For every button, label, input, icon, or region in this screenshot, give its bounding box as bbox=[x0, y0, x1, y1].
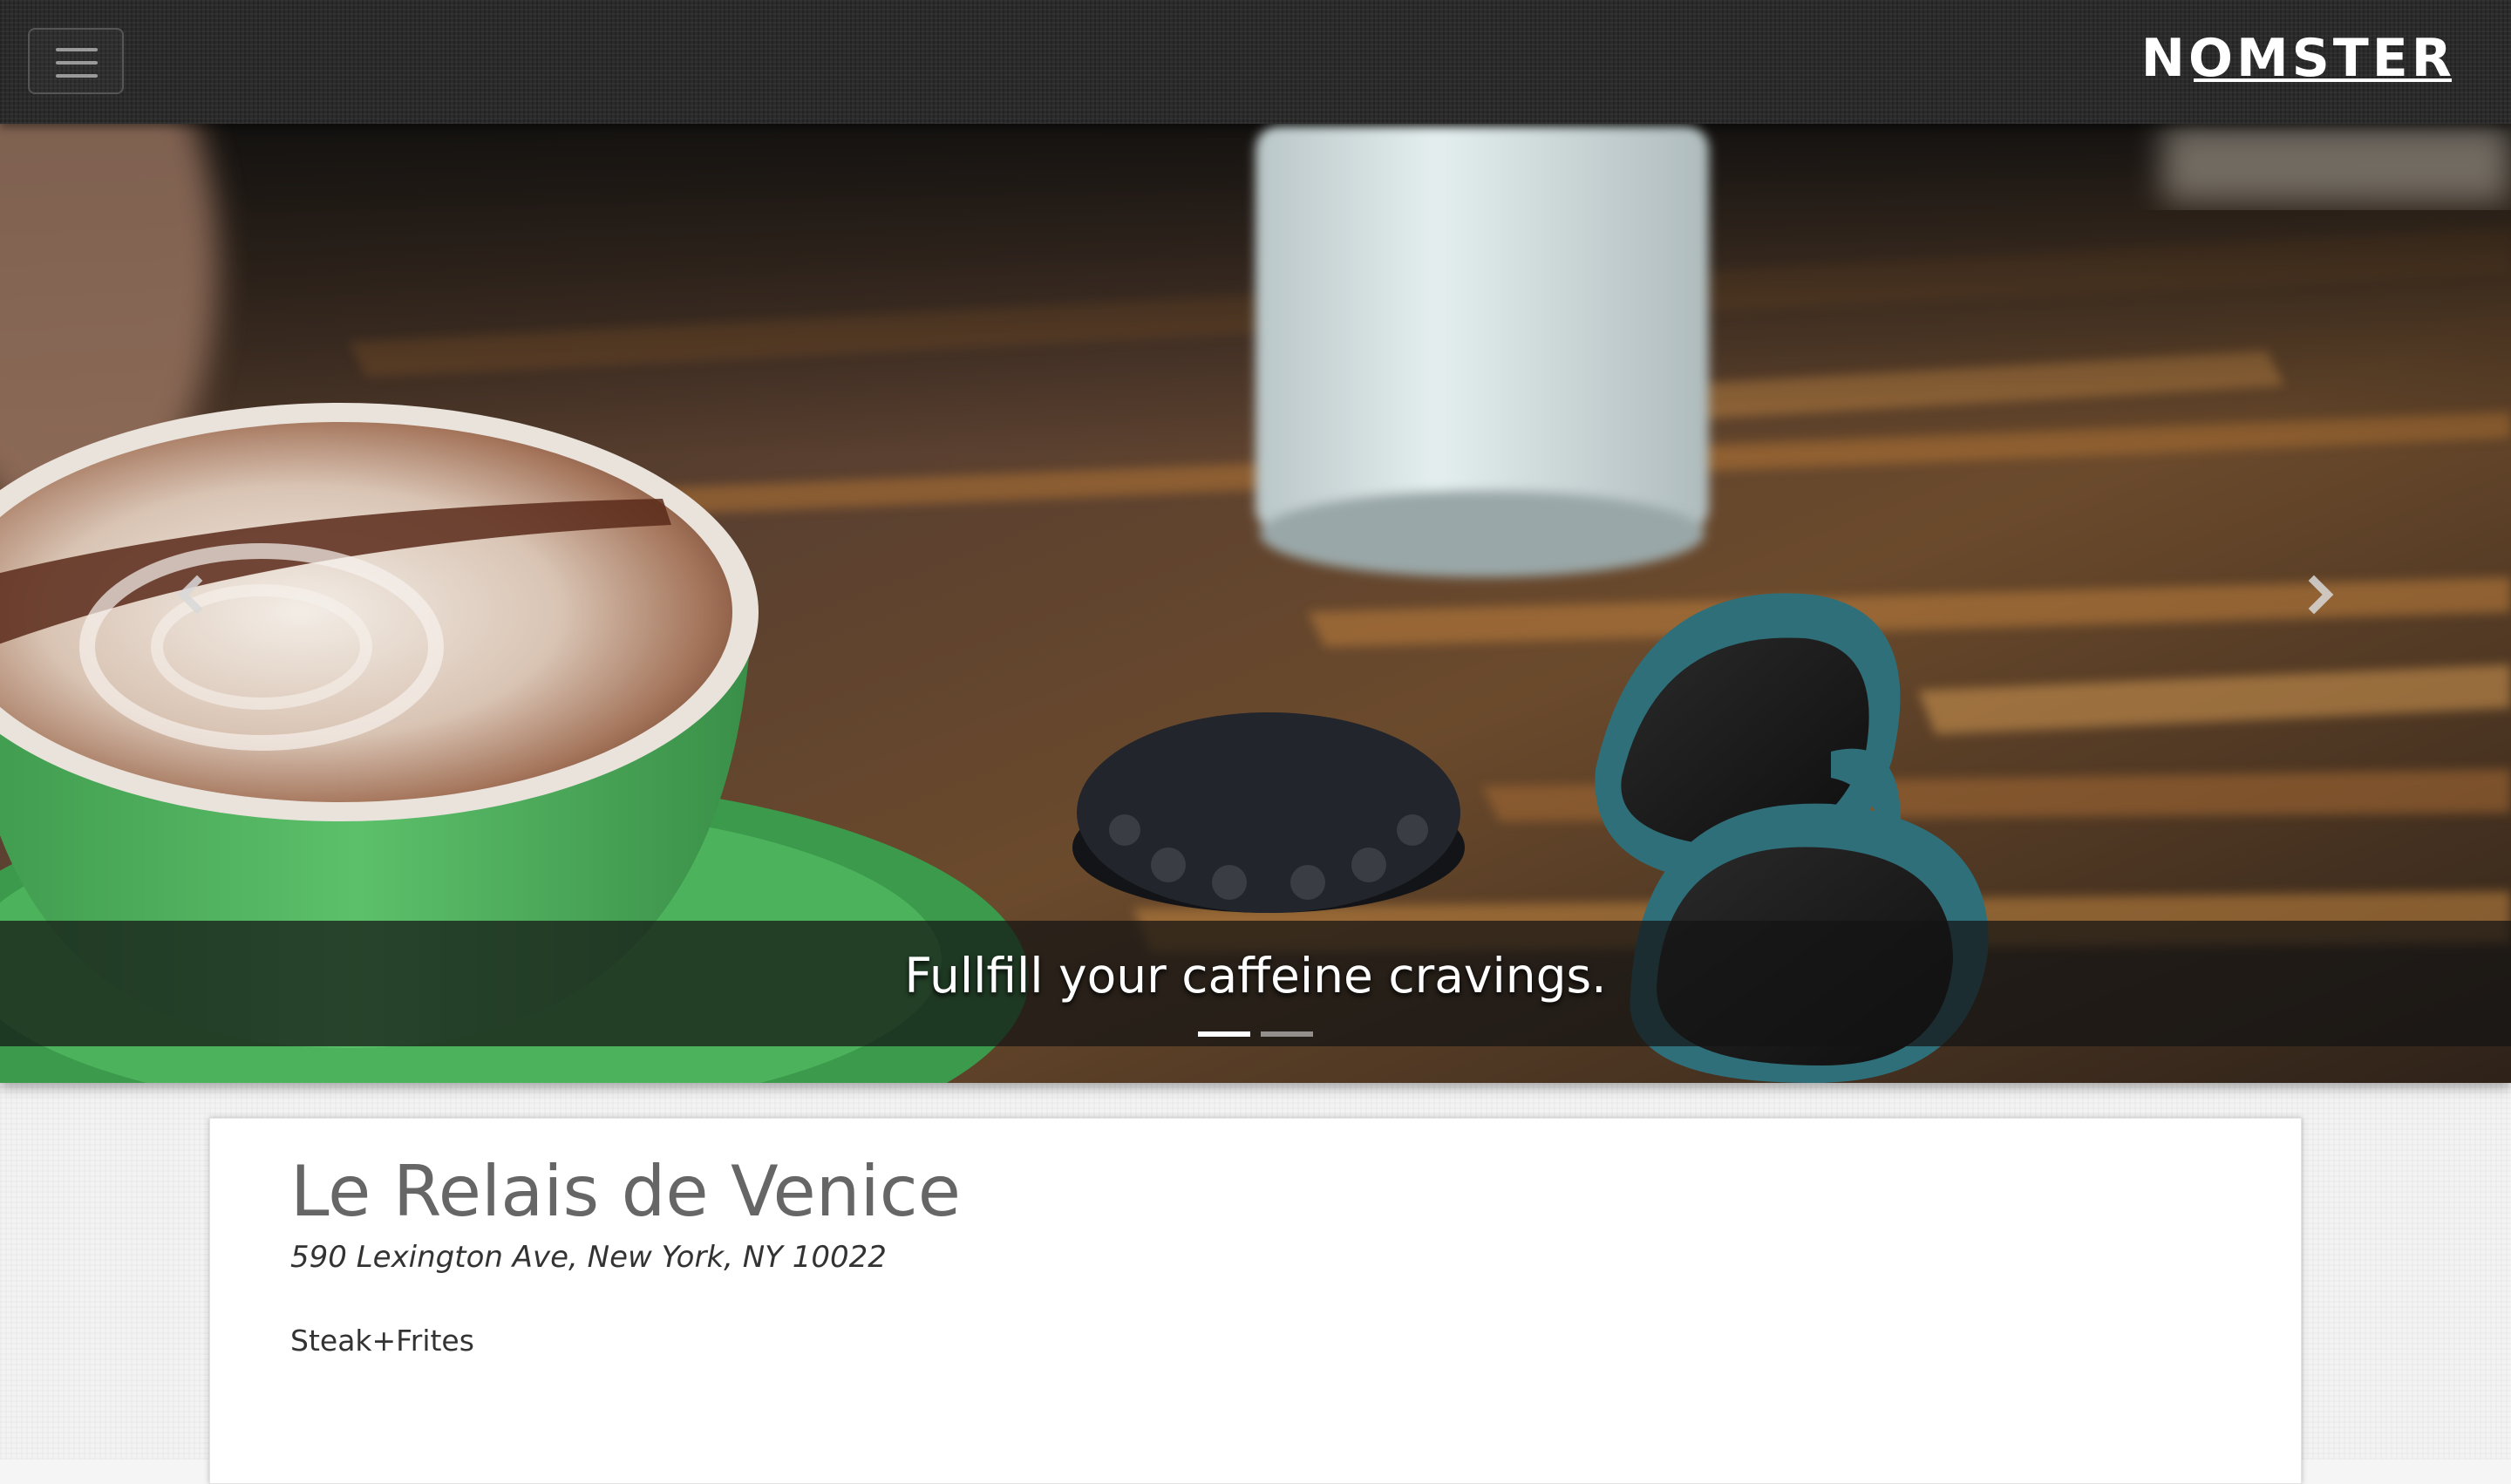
hero-carousel: Fullfill your caffeine cravings. bbox=[0, 124, 2511, 1083]
carousel-indicator-2[interactable] bbox=[1261, 1031, 1313, 1037]
brand-logo-link[interactable]: NOMSTER bbox=[2141, 28, 2455, 89]
brand-underline bbox=[2193, 78, 2452, 82]
carousel-caption: Fullfill your caffeine cravings. bbox=[904, 948, 1607, 1004]
hamburger-menu-icon-bar bbox=[56, 61, 98, 65]
hamburger-menu-icon bbox=[56, 48, 98, 51]
carousel-indicator-1[interactable] bbox=[1198, 1031, 1250, 1037]
place-name: Le Relais de Venice bbox=[290, 1151, 961, 1232]
carousel-next-button[interactable] bbox=[2295, 560, 2347, 630]
hamburger-menu-icon-bar bbox=[56, 74, 98, 78]
nav-toggle-button[interactable] bbox=[28, 28, 124, 94]
chevron-left-icon bbox=[177, 575, 203, 615]
carousel-prev-button[interactable] bbox=[164, 560, 216, 630]
place-address: 590 Lexington Ave, New York, NY 10022 bbox=[290, 1240, 887, 1275]
chevron-right-icon bbox=[2308, 575, 2334, 615]
place-card: Le Relais de Venice 590 Lexington Ave, N… bbox=[209, 1118, 2302, 1484]
place-description: Steak+Frites bbox=[290, 1324, 474, 1358]
navbar: NOMSTER bbox=[0, 0, 2511, 124]
carousel-indicators bbox=[1198, 1031, 1315, 1040]
